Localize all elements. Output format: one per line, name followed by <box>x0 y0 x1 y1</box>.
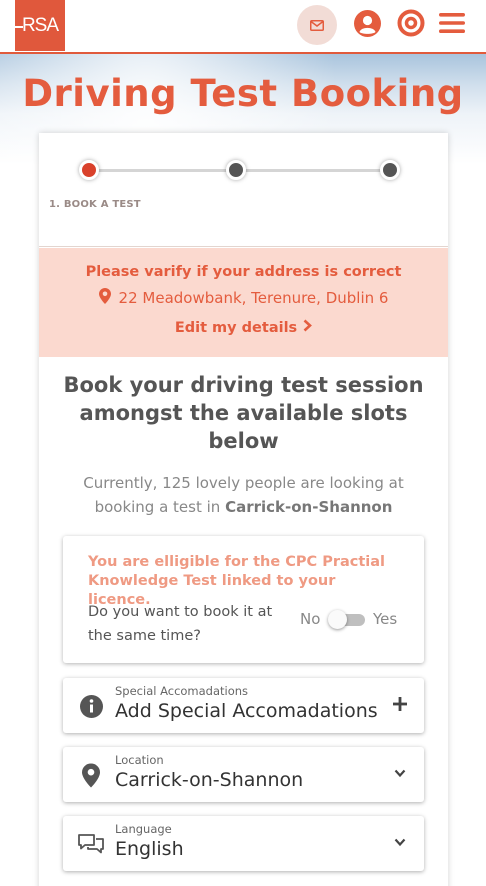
step-connector <box>237 169 391 172</box>
booking-card: 1. BOOK A TEST Please varify if your add… <box>39 133 448 886</box>
booking-heading: Book your driving test session amongst t… <box>63 373 424 453</box>
language-label: Language <box>115 822 172 836</box>
location-value: Carrick-on-Shannon <box>115 769 304 791</box>
language-value: English <box>115 838 184 860</box>
rsa-logo[interactable]: RSA <box>15 0 65 51</box>
step-1-dot <box>79 160 99 180</box>
edit-details-label: Edit my details <box>174 319 298 336</box>
cpc-question: Do you want to book it at the same time? <box>88 604 273 644</box>
target-button[interactable] <box>397 9 425 41</box>
step-connector <box>90 169 235 172</box>
logo-text: RSA <box>21 14 59 36</box>
language-field[interactable]: Language English <box>63 816 424 871</box>
toggle-knob[interactable] <box>328 610 347 629</box>
step-1-label: 1. BOOK A TEST <box>49 199 141 210</box>
toggle-yes-label: Yes <box>373 610 398 628</box>
special-accommodations-field[interactable]: Special Accomadations Add Special Accoma… <box>63 678 424 733</box>
hamburger-menu-icon <box>438 12 466 38</box>
account-button[interactable] <box>353 9 381 41</box>
envelope-icon <box>310 16 324 35</box>
user-circle-icon <box>353 9 381 41</box>
info-circle-icon <box>77 692 105 720</box>
people-count-text: Currently, 125 lovely people are looking… <box>57 471 430 519</box>
map-marker-icon <box>98 288 111 308</box>
menu-button[interactable] <box>438 11 466 39</box>
mail-button[interactable] <box>297 5 337 45</box>
address-warning: Please varify if your address is correct <box>85 264 402 280</box>
page-title: Driving Test Booking <box>22 72 464 115</box>
chevron-right-icon <box>303 319 313 336</box>
map-marker-icon <box>77 761 105 789</box>
address-banner: Please varify if your address is correct… <box>39 248 448 357</box>
plus-icon[interactable] <box>390 694 410 714</box>
special-accommodations-label: Special Accomadations <box>115 684 249 698</box>
cpc-offer-box: You are elligible for the CPC Practial K… <box>63 536 424 663</box>
address-line: 22 Meadowbank, Terenure, Dublin 6 <box>39 288 448 308</box>
address-text: 22 Meadowbank, Terenure, Dublin 6 <box>118 289 389 307</box>
people-count-location: Carrick-on-Shannon <box>225 498 393 516</box>
progress-stepper: 1. BOOK A TEST <box>39 133 448 247</box>
step-2-dot <box>226 160 246 180</box>
speech-bubbles-icon <box>77 830 105 858</box>
location-field[interactable]: Location Carrick-on-Shannon <box>63 747 424 802</box>
edit-details-link[interactable]: Edit my details <box>39 319 448 336</box>
location-label: Location <box>115 753 164 767</box>
chevron-down-icon[interactable] <box>390 763 410 783</box>
target-icon <box>397 9 425 41</box>
toggle-no-label: No <box>300 610 321 628</box>
site-header: RSA <box>0 0 486 54</box>
special-accommodations-value: Add Special Accomadations <box>115 700 378 722</box>
step-3-dot <box>380 160 400 180</box>
chevron-down-icon[interactable] <box>390 832 410 852</box>
cpc-toggle-switch[interactable] <box>328 610 365 629</box>
